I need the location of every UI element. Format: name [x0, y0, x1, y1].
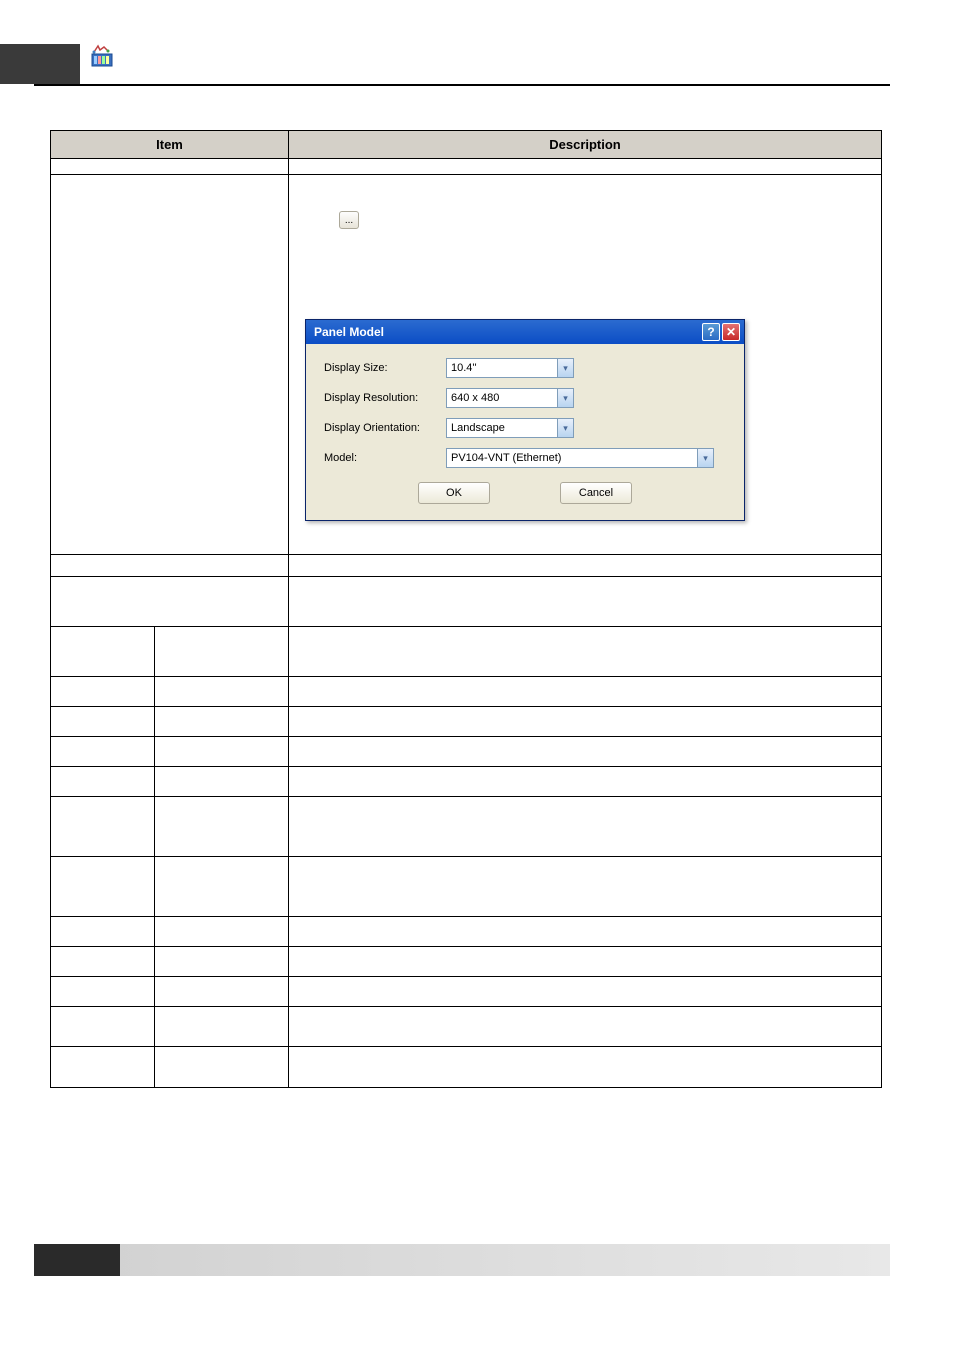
- table-row: [51, 767, 881, 797]
- dialog-body: Display Size: 10.4'' ▾ Display Resolutio…: [306, 344, 744, 520]
- table-row: [51, 577, 881, 627]
- table-row: [51, 917, 881, 947]
- table-row: [51, 627, 881, 677]
- footer-bar: [34, 1244, 890, 1276]
- table-row: [51, 159, 881, 175]
- table-row: [51, 1047, 881, 1087]
- table-header-row: Item Description: [51, 131, 881, 159]
- table-row: [51, 797, 881, 857]
- chevron-down-icon[interactable]: ▾: [697, 449, 713, 467]
- chevron-down-icon[interactable]: ▾: [557, 419, 573, 437]
- browse-button-label: ...: [345, 215, 353, 226]
- table-row: ... Panel Model ? ✕: [51, 175, 881, 555]
- label-display-resolution: Display Resolution:: [324, 392, 446, 404]
- col-header-description: Description: [289, 131, 881, 158]
- properties-table: Item Description ... Panel Model ?: [50, 130, 882, 1088]
- combo-display-resolution[interactable]: 640 x 480 ▾: [446, 388, 574, 408]
- combo-display-resolution-value: 640 x 480: [447, 392, 557, 404]
- combo-model-value: PV104-VNT (Ethernet): [447, 452, 697, 464]
- cancel-button[interactable]: Cancel: [560, 482, 632, 504]
- app-icon: [90, 44, 114, 68]
- table-row: [51, 857, 881, 917]
- combo-display-orientation-value: Landscape: [447, 422, 557, 434]
- combo-display-orientation[interactable]: Landscape ▾: [446, 418, 574, 438]
- combo-model[interactable]: PV104-VNT (Ethernet) ▾: [446, 448, 714, 468]
- table-row: [51, 555, 881, 577]
- combo-display-size-value: 10.4'': [447, 362, 557, 374]
- close-icon[interactable]: ✕: [722, 323, 740, 341]
- help-icon[interactable]: ?: [702, 323, 720, 341]
- browse-button[interactable]: ...: [339, 211, 359, 229]
- dialog-titlebar: Panel Model ? ✕: [306, 320, 744, 344]
- combo-display-size[interactable]: 10.4'' ▾: [446, 358, 574, 378]
- chevron-down-icon[interactable]: ▾: [557, 359, 573, 377]
- col-header-item: Item: [51, 131, 289, 158]
- field-display-orientation: Display Orientation: Landscape ▾: [324, 418, 726, 438]
- table-row: [51, 677, 881, 707]
- field-model: Model: PV104-VNT (Ethernet) ▾: [324, 448, 726, 468]
- panel-model-dialog: Panel Model ? ✕ Display Size:: [305, 319, 745, 521]
- chevron-down-icon[interactable]: ▾: [557, 389, 573, 407]
- table-row: [51, 947, 881, 977]
- table-row: [51, 707, 881, 737]
- label-display-orientation: Display Orientation:: [324, 422, 446, 434]
- table-row: [51, 977, 881, 1007]
- header-dark-block: [0, 44, 80, 84]
- footer-dark-block: [34, 1244, 120, 1276]
- dialog-title: Panel Model: [310, 325, 702, 339]
- label-display-size: Display Size:: [324, 362, 446, 374]
- ok-button[interactable]: OK: [418, 482, 490, 504]
- table-row: [51, 737, 881, 767]
- field-display-size: Display Size: 10.4'' ▾: [324, 358, 726, 378]
- field-display-resolution: Display Resolution: 640 x 480 ▾: [324, 388, 726, 408]
- table-row: [51, 1007, 881, 1047]
- label-model: Model:: [324, 452, 446, 464]
- horizontal-rule: [34, 84, 890, 86]
